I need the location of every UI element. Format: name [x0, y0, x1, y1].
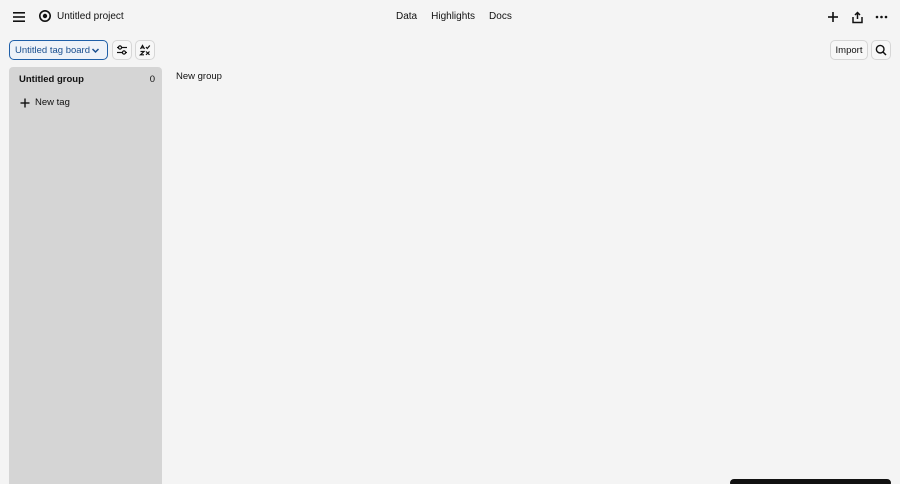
- share-icon: [851, 10, 863, 23]
- new-tag-button[interactable]: New tag: [20, 96, 70, 109]
- share-button[interactable]: [848, 8, 866, 26]
- new-group-button[interactable]: New group: [176, 70, 222, 83]
- sort-button[interactable]: [135, 40, 155, 60]
- search-icon: [875, 44, 887, 56]
- project-title[interactable]: Untitled project: [57, 9, 124, 24]
- tag-group-column: Untitled group 0 New tag: [9, 67, 162, 484]
- new-tag-label: New tag: [35, 97, 70, 108]
- project-status-icon[interactable]: [38, 9, 52, 23]
- more-button[interactable]: [872, 8, 890, 26]
- group-title[interactable]: Untitled group: [19, 73, 84, 86]
- plus-icon: [20, 98, 30, 107]
- main-nav: Data Highlights Docs: [396, 9, 512, 24]
- more-icon: [875, 15, 887, 19]
- board-name: Untitled tag board: [15, 44, 90, 56]
- board-toolbar: Untitled tag board Import: [0, 40, 900, 62]
- import-label: Import: [835, 44, 863, 56]
- filter-settings-icon: [117, 45, 127, 55]
- nav-highlights[interactable]: Highlights: [431, 9, 475, 24]
- top-actions: [824, 8, 890, 26]
- toast-bar: [730, 479, 891, 484]
- filter-settings-button[interactable]: [112, 40, 132, 60]
- group-count: 0: [149, 74, 155, 85]
- menu-button[interactable]: [9, 7, 29, 27]
- chevron-down-icon: [91, 48, 100, 54]
- top-bar: Untitled project Data Highlights Docs: [0, 0, 900, 34]
- board-selector[interactable]: Untitled tag board: [9, 40, 108, 60]
- add-button[interactable]: [824, 8, 842, 26]
- nav-data[interactable]: Data: [396, 9, 417, 24]
- sort-icon: [139, 44, 151, 56]
- import-button[interactable]: Import: [830, 40, 868, 60]
- menu-icon: [13, 12, 25, 22]
- search-button[interactable]: [871, 40, 891, 60]
- plus-icon: [828, 12, 838, 22]
- nav-docs[interactable]: Docs: [489, 9, 512, 24]
